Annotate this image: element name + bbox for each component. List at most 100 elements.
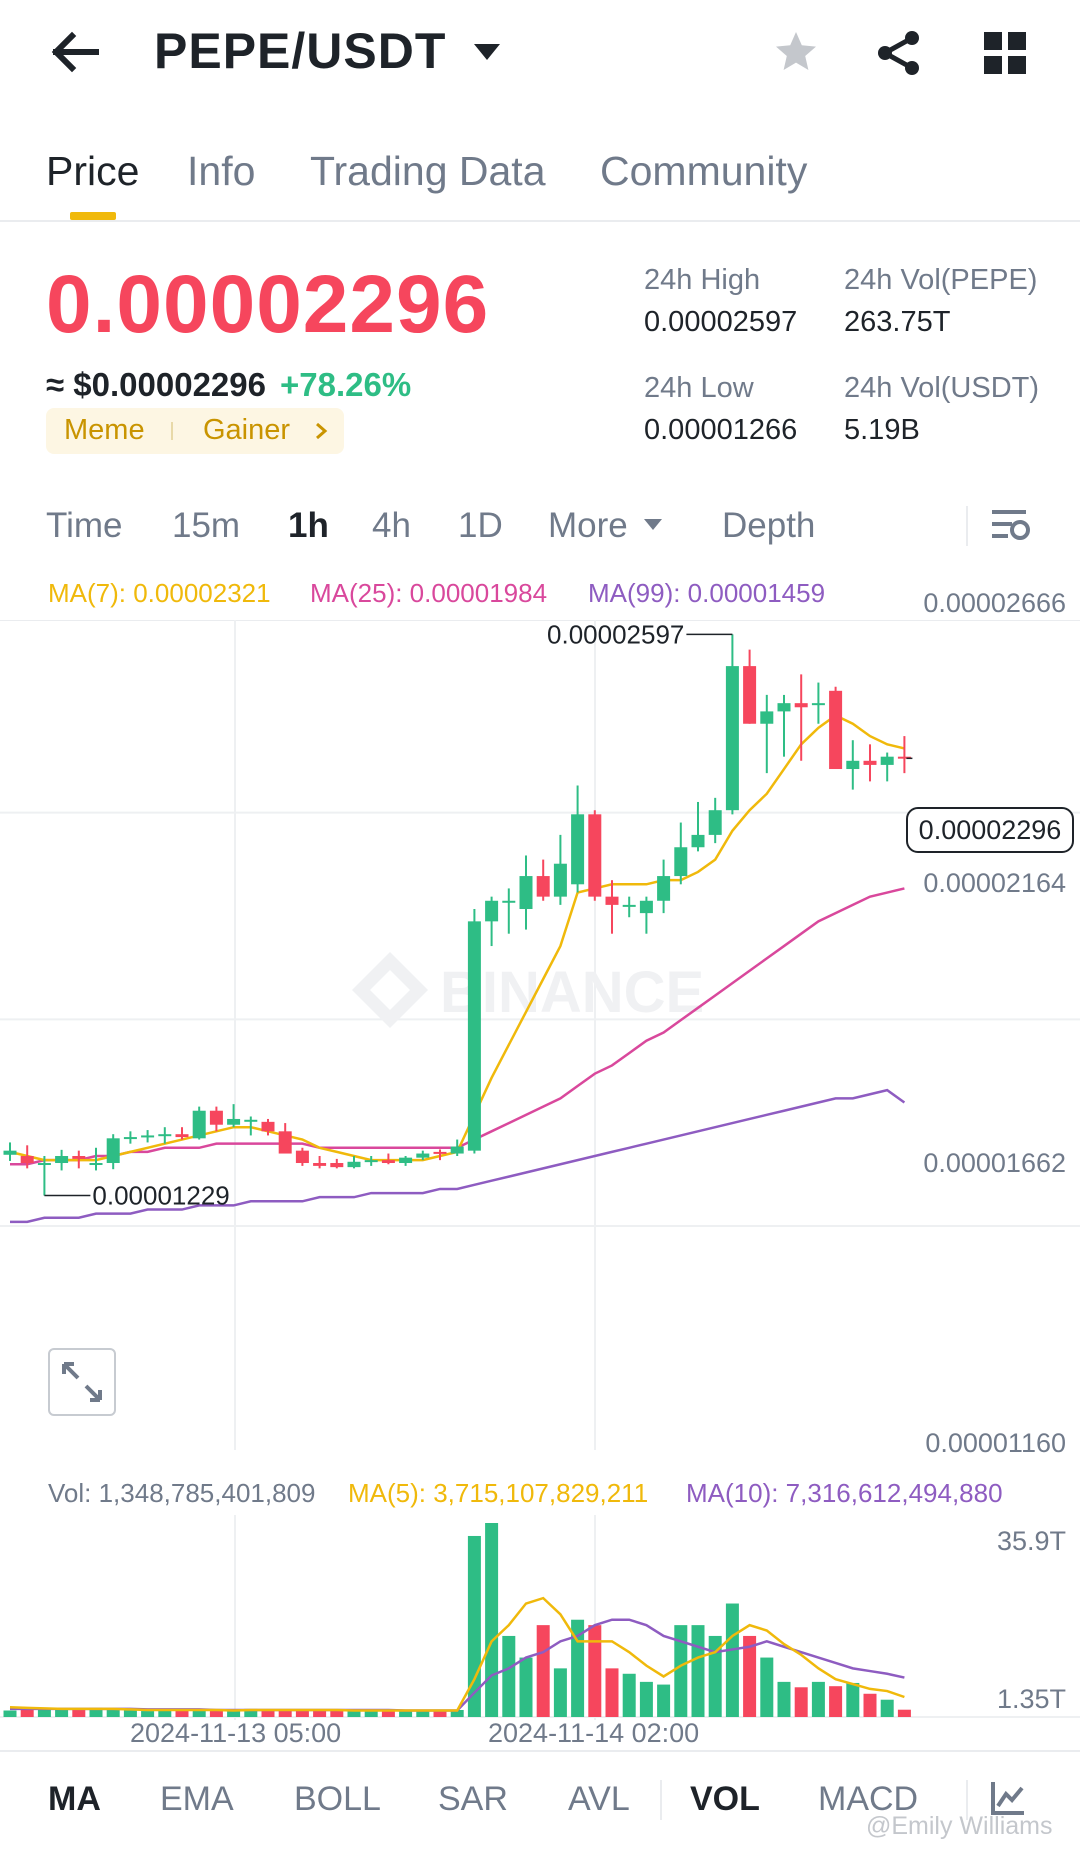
interval-1h[interactable]: 1h <box>288 506 329 546</box>
candle[interactable] <box>485 896 499 947</box>
indicator-vol[interactable]: VOL <box>690 1780 760 1819</box>
tag-group[interactable]: Meme Gainer <box>46 408 344 454</box>
candle[interactable] <box>364 1156 378 1166</box>
candle[interactable] <box>846 740 860 790</box>
candle[interactable] <box>55 1149 69 1171</box>
price-axis-label: 0.00001662 <box>923 1148 1066 1178</box>
price-axis-label: 0.00002164 <box>923 868 1066 898</box>
volume-bar <box>519 1657 533 1717</box>
pair-label: PEPE/USDT <box>154 23 447 79</box>
tab-trading-data[interactable]: Trading Data <box>310 148 546 195</box>
more-dropdown-icon[interactable] <box>643 518 663 531</box>
candle[interactable] <box>571 785 585 893</box>
indicator-ma[interactable]: MA <box>48 1780 101 1819</box>
indicator-settings-icon[interactable] <box>990 1780 1026 1816</box>
ma25-line <box>10 887 905 1166</box>
candle[interactable] <box>295 1147 309 1166</box>
tag-meme[interactable]: Meme <box>64 414 145 447</box>
active-tab-indicator <box>70 212 116 220</box>
interval-15m[interactable]: 15m <box>172 506 240 546</box>
candle[interactable] <box>106 1134 120 1170</box>
candle[interactable] <box>743 649 757 724</box>
candlestick-chart[interactable]: BINANCE 0.000025970.00001229 <box>0 620 1080 1450</box>
chevron-right-icon[interactable] <box>314 422 328 440</box>
candle[interactable] <box>141 1130 155 1143</box>
interval-1d[interactable]: 1D <box>458 506 503 546</box>
candle[interactable] <box>227 1104 241 1128</box>
interval-4h[interactable]: 4h <box>372 506 411 546</box>
vol-quote-value: 5.19B <box>844 414 920 446</box>
candle[interactable] <box>605 880 619 934</box>
current-price-tag: 0.00002296 <box>906 807 1074 853</box>
candle[interactable] <box>588 810 602 901</box>
share-icon[interactable] <box>876 30 922 76</box>
indicator-boll[interactable]: BOLL <box>294 1780 381 1819</box>
candle[interactable] <box>708 797 722 844</box>
volume-bar <box>777 1681 791 1717</box>
vol-legend: Vol: 1,348,785,401,809 <box>48 1478 316 1508</box>
candle[interactable] <box>3 1142 17 1161</box>
candle[interactable] <box>691 801 705 852</box>
volume-bar <box>691 1625 705 1717</box>
candle[interactable] <box>760 694 774 774</box>
volume-bar <box>639 1681 653 1717</box>
interval-depth[interactable]: Depth <box>722 506 815 546</box>
volume-bar <box>37 1709 51 1717</box>
candle[interactable] <box>123 1131 137 1144</box>
interval-divider <box>966 506 968 546</box>
candle[interactable] <box>399 1156 413 1166</box>
interval-time[interactable]: Time <box>46 506 122 546</box>
candle[interactable] <box>313 1156 327 1169</box>
candle[interactable] <box>863 744 877 782</box>
back-arrow-icon[interactable] <box>48 30 100 74</box>
candle[interactable] <box>209 1106 223 1132</box>
candle[interactable] <box>657 859 671 914</box>
candle[interactable] <box>829 686 843 770</box>
candle[interactable] <box>639 896 653 934</box>
candle[interactable] <box>622 896 636 918</box>
tab-info[interactable]: Info <box>187 148 255 195</box>
candle[interactable] <box>502 888 516 934</box>
volume-bar <box>725 1603 739 1717</box>
volume-bar <box>502 1635 516 1717</box>
indicator-sar[interactable]: SAR <box>438 1780 508 1819</box>
candle[interactable] <box>553 834 567 905</box>
candle[interactable] <box>278 1123 292 1154</box>
candle[interactable] <box>897 736 911 774</box>
tab-price[interactable]: Price <box>46 148 139 195</box>
price-axis-label: 0.00002666 <box>923 588 1066 618</box>
indicator-divider <box>660 1780 662 1820</box>
interval-more[interactable]: More <box>548 506 628 546</box>
pair-dropdown-icon[interactable] <box>472 42 502 62</box>
candle[interactable] <box>536 859 550 901</box>
candle[interactable] <box>811 682 825 724</box>
low-label: 24h Low <box>644 372 754 404</box>
pair-title[interactable]: PEPE/USDT <box>154 22 446 80</box>
tag-gainer[interactable]: Gainer <box>203 414 290 447</box>
indicator-avl[interactable]: AVL <box>568 1780 630 1819</box>
grid-menu-icon[interactable] <box>984 32 1026 74</box>
candle[interactable] <box>192 1106 206 1140</box>
candle[interactable] <box>519 855 533 930</box>
date-axis-label: 2024-11-14 02:00 <box>488 1718 700 1748</box>
candle[interactable] <box>330 1158 344 1169</box>
indicator-ema[interactable]: EMA <box>160 1780 234 1819</box>
high-value: 0.00002597 <box>644 306 798 338</box>
low-value: 0.00001266 <box>644 414 798 446</box>
chart-expand-button[interactable] <box>48 1348 116 1416</box>
candle[interactable] <box>158 1127 172 1144</box>
candle[interactable] <box>777 694 791 757</box>
candle[interactable] <box>725 634 739 815</box>
watermark-credit: @Emily Williams <box>866 1812 1053 1840</box>
favorite-star-icon[interactable] <box>772 28 820 76</box>
candle[interactable] <box>880 752 894 782</box>
volume-chart[interactable] <box>0 1515 1080 1720</box>
candle[interactable] <box>794 674 808 761</box>
tab-community[interactable]: Community <box>600 148 807 195</box>
volume-bar <box>536 1625 550 1717</box>
candle[interactable] <box>467 909 481 1154</box>
candle[interactable] <box>674 822 688 885</box>
usd-price: ≈ $0.00002296 <box>46 366 266 403</box>
chart-settings-icon[interactable] <box>990 508 1030 544</box>
vol-axis-label: 1.35T <box>996 1684 1066 1714</box>
